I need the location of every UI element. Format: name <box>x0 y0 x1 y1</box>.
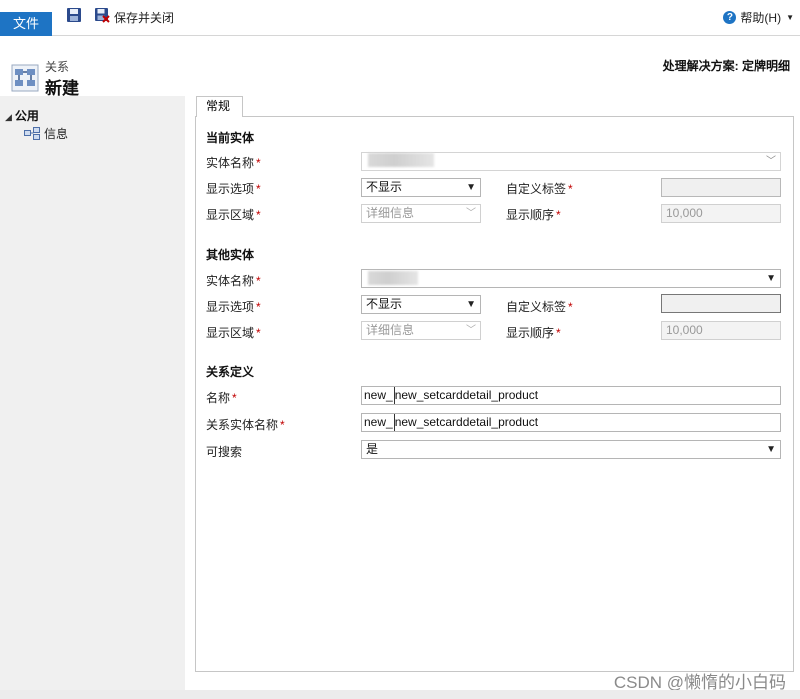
chevron-down-icon: ﹀ <box>466 325 476 336</box>
collapse-triangle-icon: ◢ <box>5 112 12 122</box>
section-relationship-definition: 关系定义 <box>206 365 255 379</box>
searchable-select[interactable]: 是 ▼ <box>361 440 781 459</box>
required-mark: * <box>256 182 261 196</box>
relationship-entity-name-label: 关系实体名称 * <box>206 418 285 432</box>
chevron-down-icon: ▼ <box>766 444 776 455</box>
publisher-prefix: new_ <box>364 387 395 404</box>
publisher-prefix: new_ <box>364 414 395 431</box>
required-mark: * <box>556 326 561 340</box>
other-display-order-input[interactable]: 10,000 <box>661 321 781 340</box>
select-value: 详细信息 <box>366 206 415 220</box>
chevron-down-icon: ﹀ <box>766 156 776 167</box>
required-mark: * <box>256 326 261 340</box>
save-and-close-icon[interactable] <box>94 7 110 23</box>
nav-group-label: 公用 <box>14 109 39 123</box>
input-value: new_setcarddetail_product <box>394 388 539 402</box>
display-area-label: 显示区域 * <box>206 208 261 222</box>
help-icon: ? <box>723 11 737 24</box>
display-option-label: 显示选项 * <box>206 300 261 314</box>
chevron-down-icon: ﹀ <box>466 208 476 219</box>
solution-label: 处理解决方案: 定牌明细 <box>662 59 790 73</box>
select-value: 详细信息 <box>366 323 415 337</box>
other-display-area-select[interactable]: 详细信息 ﹀ <box>361 321 481 340</box>
chevron-down-icon: ▼ <box>786 13 794 22</box>
required-mark: * <box>280 418 285 432</box>
left-navigation: ◢ 公用 信息 <box>0 96 185 690</box>
select-value: 是 <box>366 442 379 456</box>
redacted-entity-name <box>368 271 418 285</box>
required-mark: * <box>568 300 573 314</box>
required-mark: * <box>256 300 261 314</box>
relationship-name-input[interactable]: new_ new_setcarddetail_product <box>361 386 781 405</box>
input-value: new_setcarddetail_product <box>394 415 539 429</box>
custom-label-label: 自定义标签 * <box>506 300 573 314</box>
select-value: 不显示 <box>366 297 403 311</box>
select-value: 不显示 <box>366 180 403 194</box>
relationship-entity-name-input[interactable]: new_ new_setcarddetail_product <box>361 413 781 432</box>
other-entity-name-select[interactable]: ▼ <box>361 269 781 288</box>
other-display-option-select[interactable]: 不显示 ▼ <box>361 295 481 314</box>
nav-item-label: 信息 <box>44 127 69 141</box>
display-option-label: 显示选项 * <box>206 182 261 196</box>
name-label: 名称 * <box>206 391 237 405</box>
required-mark: * <box>568 182 573 196</box>
current-display-option-select[interactable]: 不显示 ▼ <box>361 178 481 197</box>
tab-general[interactable]: 常规 <box>196 96 243 117</box>
nav-item-information[interactable]: 信息 <box>24 125 68 142</box>
file-button[interactable]: 文件 <box>0 12 52 36</box>
section-other-entity: 其他实体 <box>206 248 255 262</box>
display-order-label: 显示顺序 * <box>506 208 561 222</box>
entity-name-label: 实体名称 * <box>206 156 261 170</box>
save-and-close-button[interactable]: 保存并关闭 <box>114 9 174 26</box>
chevron-down-icon: ▼ <box>766 273 776 284</box>
redacted-entity-name <box>368 153 434 167</box>
searchable-label: 可搜索 <box>206 445 243 459</box>
required-mark: * <box>256 208 261 222</box>
entity-type-label: 关系 <box>45 60 70 74</box>
section-current-entity: 当前实体 <box>206 131 255 145</box>
help-menu[interactable]: ? 帮助(H) ▼ <box>723 9 794 26</box>
help-label: 帮助(H) <box>740 11 782 25</box>
entity-name-label: 实体名称 * <box>206 274 261 288</box>
required-mark: * <box>256 156 261 170</box>
nav-group-common[interactable]: ◢ 公用 <box>5 107 39 124</box>
display-area-label: 显示区域 * <box>206 326 261 340</box>
save-icon[interactable] <box>66 7 82 23</box>
custom-label-label: 自定义标签 * <box>506 182 573 196</box>
current-display-order-input[interactable]: 10,000 <box>661 204 781 223</box>
chevron-down-icon: ▼ <box>466 182 476 193</box>
display-order-label: 显示顺序 * <box>506 326 561 340</box>
required-mark: * <box>556 208 561 222</box>
ribbon: 文件 保存并关闭 ? 帮助(H) ▼ <box>0 0 800 36</box>
current-display-area-select[interactable]: 详细信息 ﹀ <box>361 204 481 223</box>
chevron-down-icon: ▼ <box>466 299 476 310</box>
other-custom-label-input[interactable] <box>661 294 781 313</box>
form-icon <box>24 127 40 140</box>
current-custom-label-input[interactable] <box>661 178 781 197</box>
required-mark: * <box>256 274 261 288</box>
relationship-entity-icon <box>11 64 39 92</box>
status-bar <box>0 690 800 699</box>
required-mark: * <box>232 391 237 405</box>
